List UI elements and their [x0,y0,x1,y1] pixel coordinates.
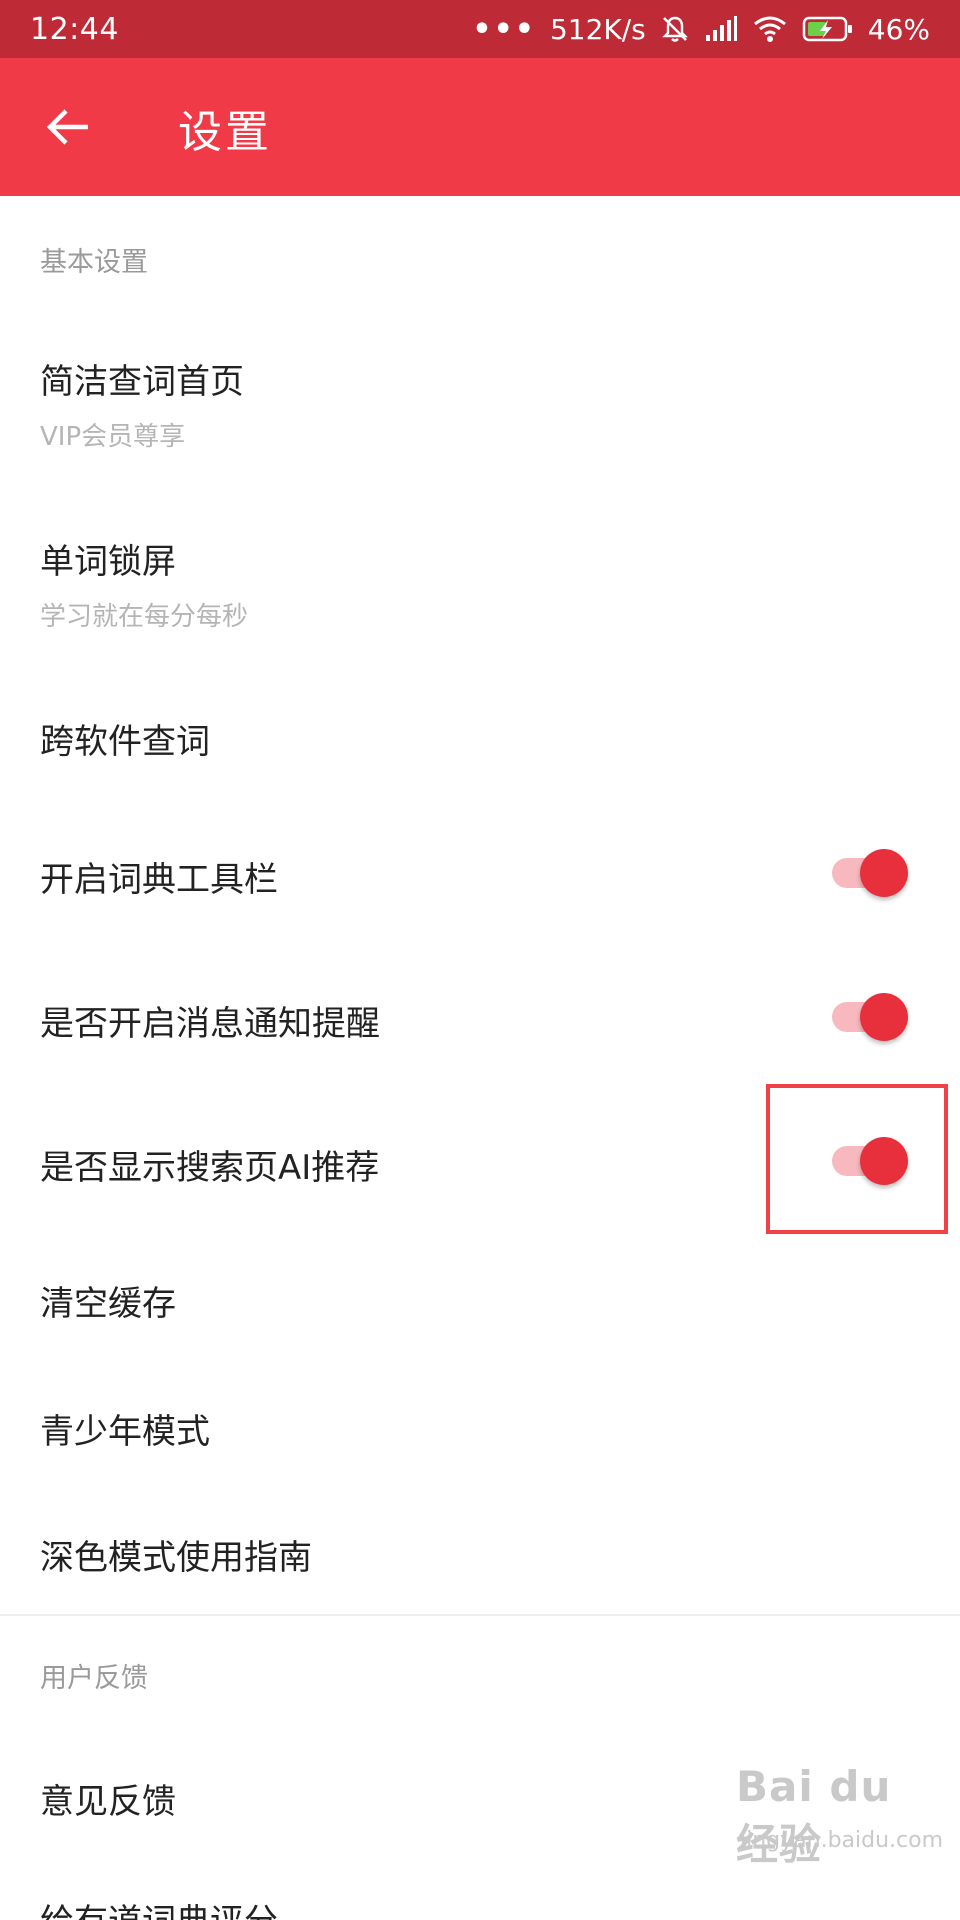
network-speed: 512K/s [549,12,646,46]
signal-icon [704,15,738,43]
app-toolbar: 设置 [0,58,960,196]
settings-item-cross-app-lookup[interactable]: 跨软件查词 [0,700,960,780]
status-time: 12:44 [30,12,119,47]
watermark-url: jingyan.baidu.com [740,1828,944,1853]
item-label: 给有道词典评分 [40,1894,278,1920]
toggle-message-notify[interactable] [832,990,912,1044]
toggle-thumb [860,849,908,897]
item-label: 开启词典工具栏 [40,860,278,900]
item-label: 是否开启消息通知提醒 [40,1004,380,1044]
item-subtitle: 学习就在每分每秒 [40,602,249,632]
settings-item-message-notify[interactable]: 是否开启消息通知提醒 [0,984,960,1064]
settings-item-word-lockscreen[interactable]: 单词锁屏 学习就在每分每秒 [0,520,960,644]
settings-item-dark-mode-guide[interactable]: 深色模式使用指南 [0,1518,960,1598]
settings-item-teen-mode[interactable]: 青少年模式 [0,1392,960,1472]
toggle-thumb [860,993,908,1041]
settings-item-clear-cache[interactable]: 清空缓存 [0,1264,960,1344]
item-label: 深色模式使用指南 [40,1538,312,1578]
wifi-icon [752,15,788,43]
item-label: 是否显示搜索页AI推荐 [40,1148,380,1188]
item-label: 青少年模式 [40,1412,210,1452]
toggle-dict-toolbar[interactable] [832,846,912,900]
more-notifications-icon: ••• [472,11,536,47]
status-right: ••• 512K/s 46% [472,8,930,50]
status-bar: 12:44 ••• 512K/s 46% [0,0,960,58]
item-subtitle: VIP会员尊享 [40,422,186,452]
mute-icon [660,14,690,44]
page-title: 设置 [178,107,272,158]
section-header-basic: 基本设置 [40,247,148,278]
item-label: 单词锁屏 [40,542,176,582]
section-divider [0,1614,960,1616]
highlight-box [766,1084,948,1234]
back-arrow-icon [46,109,88,145]
battery-percent: 46% [867,12,930,46]
settings-item-dict-toolbar[interactable]: 开启词典工具栏 [0,840,960,920]
section-header-feedback: 用户反馈 [40,1663,148,1694]
back-button[interactable] [40,98,98,156]
item-label: 简洁查词首页 [40,362,244,402]
item-label: 跨软件查词 [40,722,210,762]
settings-item-rate-app[interactable]: 给有道词典评分 [0,1880,960,1920]
item-label: 意见反馈 [40,1782,176,1822]
battery-charging-icon [802,15,854,43]
watermark-logo: Bai du 经验 [736,1762,892,1869]
settings-item-simple-home[interactable]: 简洁查词首页 VIP会员尊享 [0,340,960,464]
baidu-jingyan-watermark: Bai du 经验 jingyan.baidu.com [736,1762,943,1872]
item-label: 清空缓存 [40,1284,176,1324]
